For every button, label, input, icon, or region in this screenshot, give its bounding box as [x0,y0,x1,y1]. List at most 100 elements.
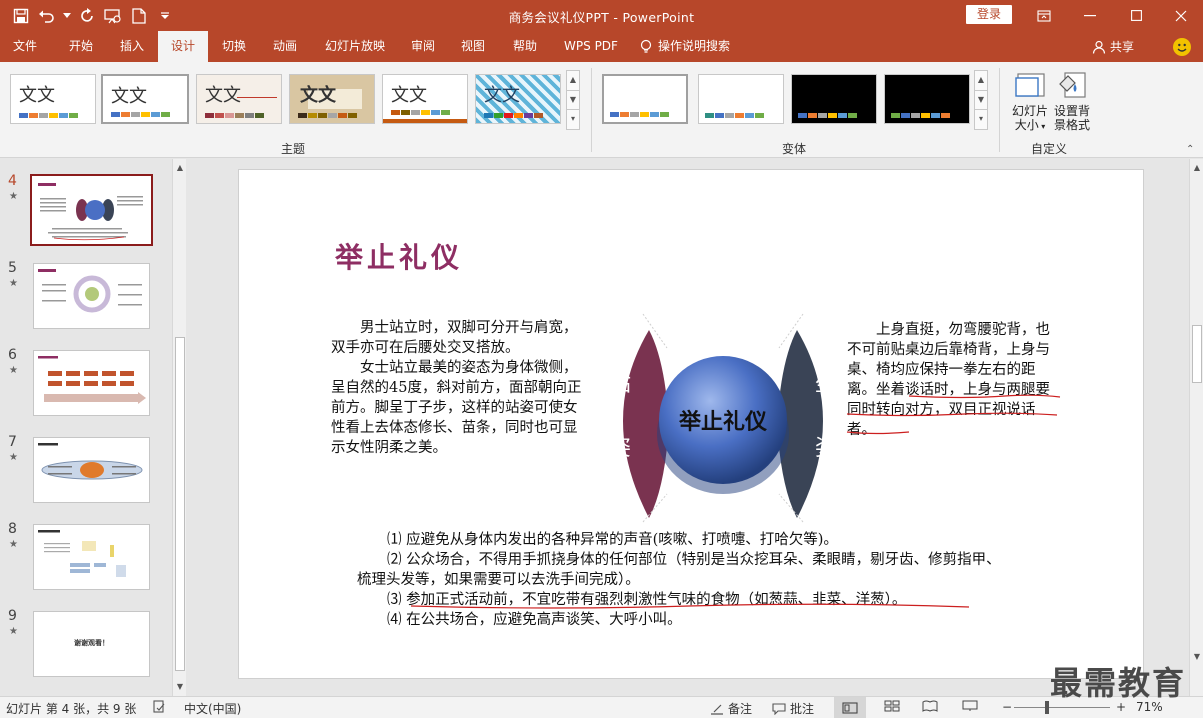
tab-review[interactable]: 审阅 [400,31,446,62]
format-background-button[interactable]: 设置背 景格式 [1050,70,1094,132]
theme-palette [391,110,450,115]
gallery-up-icon[interactable]: ▲ [975,71,987,91]
theme-palette [205,113,264,118]
language-indicator[interactable]: 中文(中国) [184,700,241,717]
slideshow-view-icon [962,700,978,711]
scroll-down-icon[interactable]: ▼ [1190,650,1203,664]
slide-thumbnail-6[interactable] [33,350,150,416]
group-separator [591,68,592,152]
ribbon-tabs: 文件 开始 插入 设计 切换 动画 幻灯片放映 审阅 视图 帮助 WPS PDF… [0,31,1203,62]
tab-transitions[interactable]: 切换 [210,31,258,62]
tab-slideshow[interactable]: 幻灯片放映 [318,31,392,62]
variant-1[interactable] [602,74,688,124]
center-label: 举止礼仪 [678,409,768,435]
theme-preview-text: 文文 [19,85,55,106]
tab-view[interactable]: 视图 [450,31,496,62]
slide-sorter-button[interactable] [884,700,900,712]
slide-size-label-2: 大小 [1014,118,1039,132]
ribbon-display-options-icon[interactable] [1021,0,1067,31]
format-background-icon [1055,70,1089,102]
scroll-up-icon[interactable]: ▲ [173,161,187,175]
collapse-ribbon-icon[interactable]: ⌃ [1186,144,1194,155]
comments-button[interactable]: 批注 [772,700,814,717]
tab-help[interactable]: 帮助 [502,31,548,62]
tab-insert[interactable]: 插入 [108,31,156,62]
theme-bottom-band [383,119,467,123]
slide-thumbnail-7[interactable] [33,437,150,503]
tab-animations[interactable]: 动画 [262,31,308,62]
slide-thumbnail-4[interactable] [30,174,153,246]
scroll-down-icon[interactable]: ▼ [173,680,187,694]
variants-gallery-scroll[interactable]: ▲ ▼ ▾ [974,70,988,130]
minimize-icon[interactable] [1067,0,1113,31]
slide-number: 8 [8,521,17,537]
editor-scroll-thumb[interactable] [1192,325,1202,383]
tab-wps-pdf[interactable]: WPS PDF [556,31,626,62]
variant-palette [891,113,950,118]
gallery-down-icon[interactable]: ▼ [567,91,579,111]
slide-thumbnail-8[interactable] [33,524,150,590]
login-button[interactable]: 登录 [966,5,1012,24]
panel-scrollbar[interactable]: ▲ ▼ [172,159,186,696]
slide-number: 9 [8,608,17,624]
theme-palette [484,113,543,118]
slide-thumbnail-5[interactable] [33,263,150,329]
slide-number: 5 [8,260,17,276]
slideshow-view-button[interactable] [962,700,978,712]
reading-view-button[interactable] [922,700,938,712]
theme-office[interactable]: 文文 [10,74,96,124]
standing-posture-text[interactable]: 男士站立时，双脚可分开与肩宽，双手亦可在后腰处交叉搭放。 女士站立最美的姿态为身… [331,318,585,458]
gallery-up-icon[interactable]: ▲ [567,71,579,91]
standing-char-1: 站 [609,372,631,397]
comments-label: 批注 [790,702,815,716]
gallery-more-icon[interactable]: ▾ [567,110,579,129]
variant-2[interactable] [698,74,784,124]
ink-annotation-bottom [410,603,970,609]
standing-men-para: 男士站立时，双脚可分开与肩宽，双手亦可在后腰处交叉搭放。 [331,320,578,356]
spell-check-icon[interactable] [152,700,166,714]
panel-scroll-thumb[interactable] [175,337,185,671]
posture-diagram[interactable]: 举止礼仪 站 姿 坐 姿 [587,308,859,528]
slide-size-button[interactable]: 幻灯片 大小 ▾ [1008,70,1052,134]
variant-3[interactable] [791,74,877,124]
notes-label: 备注 [728,702,753,716]
editor-scrollbar[interactable]: ▲ ▼ [1189,159,1203,696]
current-slide[interactable]: 举止礼仪 男士站立时，双脚可分开与肩宽，双手亦可在后腰处交叉搭放。 女士站立最美… [238,169,1144,679]
normal-view-button[interactable] [834,697,866,718]
close-icon[interactable] [1158,0,1203,31]
themes-group-label: 主题 [281,142,306,156]
slide-title[interactable]: 举止礼仪 [335,236,463,276]
slide-thumbnail-9[interactable]: 谢谢观看！ [33,611,150,677]
dropdown-arrow-icon: ▾ [1038,122,1046,131]
title-bar: 商务会议礼仪PPT - PowerPoint 登录 [0,0,1203,31]
themes-gallery-scroll[interactable]: ▲ ▼ ▾ [566,70,580,130]
gallery-down-icon[interactable]: ▼ [975,91,987,111]
theme-wood[interactable]: 文文 [289,74,375,124]
theme-dots[interactable]: 文文 [475,74,561,124]
variant-4[interactable] [884,74,970,124]
theme-facet[interactable]: 文文 [196,74,282,124]
zoom-out-button[interactable]: − [1002,700,1012,714]
tab-home[interactable]: 开始 [56,31,106,62]
gallery-more-icon[interactable]: ▾ [975,110,987,129]
theme-ion[interactable]: 文文 [382,74,468,124]
maximize-icon[interactable] [1113,0,1159,31]
tab-design[interactable]: 设计 [158,31,208,62]
ink-annotation-right [846,394,1061,435]
tab-file[interactable]: 文件 [0,31,50,62]
etiquette-rules-list[interactable]: ⑴ 应避免从身体内发出的各种异常的声音(咳嗽、打喷嚏、打哈欠等)。 ⑵ 公众场合… [357,530,1007,630]
animation-star-icon: ★ [9,626,18,637]
scroll-up-icon[interactable]: ▲ [1190,161,1203,175]
zoom-slider-thumb[interactable] [1045,701,1049,714]
notes-button[interactable]: 备注 [710,700,752,717]
share-label: 共享 [1110,40,1135,54]
share-button[interactable]: 共享 [1092,31,1134,62]
format-background-label: 设置背 [1053,104,1090,118]
feedback-smiley-icon[interactable] [1173,38,1191,56]
zoom-slider-track[interactable] [1014,707,1110,708]
slide-number: 4 [8,173,17,189]
slide-number: 7 [8,434,17,450]
theme-office-theme-selected[interactable]: 文文 [101,74,189,124]
person-icon [1092,40,1106,54]
tell-me-search[interactable]: 操作说明搜索 [640,31,730,62]
